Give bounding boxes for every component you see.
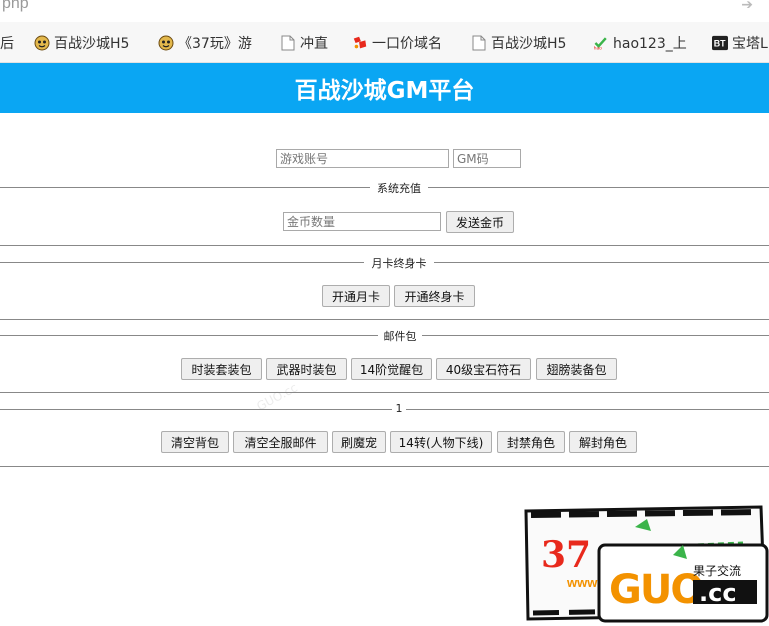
bookmark-item[interactable]: 一口价域名 — [352, 32, 442, 54]
bookmark-item[interactable]: 百战沙城H5 — [34, 32, 129, 54]
svg-text:GUO: GUO — [609, 567, 702, 613]
svg-text:.cc: .cc — [699, 579, 737, 607]
fieldset-border — [428, 187, 769, 188]
go-arrow-icon[interactable]: ➔ — [741, 0, 753, 13]
gem-rune-pack-button[interactable]: 40级宝石符石 — [436, 358, 531, 380]
clear-server-mail-button[interactable]: 清空全服邮件 — [233, 431, 328, 453]
section-divider — [0, 392, 769, 393]
bookmark-item[interactable]: 冲直 — [280, 32, 328, 54]
smiley-icon — [158, 35, 174, 51]
bookmark-label: 冲直 — [300, 36, 328, 52]
bookmark-item[interactable]: 百战沙城H5 — [471, 32, 566, 54]
section-divider — [0, 319, 769, 320]
page-icon — [280, 35, 296, 51]
url-text[interactable]: php — [2, 0, 29, 13]
section-legend-misc: 1 — [395, 402, 403, 415]
bookmark-item[interactable]: 后 — [0, 32, 14, 54]
page-title: 百战沙城GM平台 — [294, 78, 475, 104]
section-legend-recharge: 系统充值 — [377, 182, 421, 195]
fieldset-border — [406, 409, 769, 410]
hao123-icon: hao — [593, 35, 609, 51]
fieldset-border — [0, 187, 370, 188]
open-lifetime-card-button[interactable]: 开通终身卡 — [394, 285, 475, 307]
bookmark-label: 百战沙城H5 — [54, 36, 130, 52]
bookmark-label: 一口价域名 — [372, 36, 442, 52]
section-divider — [0, 466, 769, 467]
watermark-logo: 37 www GUO .cc 果子交流 — [524, 505, 769, 623]
smiley-icon — [34, 35, 50, 51]
fieldset-border — [0, 262, 364, 263]
bookmark-item[interactable]: hao hao123_上 — [593, 32, 687, 54]
page-icon — [471, 35, 487, 51]
send-coin-button[interactable]: 发送金币 — [446, 211, 514, 233]
refresh-pet-button[interactable]: 刷魔宠 — [332, 431, 386, 453]
section-divider — [0, 245, 769, 246]
wing-equipment-pack-button[interactable]: 翅膀装备包 — [536, 358, 617, 380]
svg-text:BT: BT — [714, 39, 726, 49]
address-bar[interactable]: php ➔ — [0, 0, 769, 22]
bookmark-label: 后 — [0, 36, 14, 52]
page-header: 百战沙城GM平台 — [0, 63, 769, 113]
section-legend-card: 月卡终身卡 — [371, 257, 427, 270]
awakening-pack-button[interactable]: 14阶觉醒包 — [351, 358, 432, 380]
account-input[interactable] — [276, 149, 449, 168]
ban-role-button[interactable]: 封禁角色 — [497, 431, 565, 453]
bookmark-item[interactable]: 《37玩》游 — [158, 32, 252, 54]
bookmark-item[interactable]: BT 宝塔L — [712, 32, 768, 54]
bookmark-label: hao123_上 — [613, 36, 687, 52]
fieldset-border — [422, 335, 769, 336]
fieldset-border — [0, 409, 392, 410]
clear-bag-button[interactable]: 清空背包 — [161, 431, 229, 453]
svg-text:37: 37 — [541, 534, 591, 576]
brand-icon — [352, 35, 368, 51]
bookmark-label: 《37玩》游 — [178, 36, 252, 52]
section-legend-mail: 邮件包 — [383, 330, 417, 343]
fieldset-border — [434, 262, 769, 263]
fashion-set-pack-button[interactable]: 时装套装包 — [181, 358, 262, 380]
bookmark-label: 宝塔L — [732, 36, 768, 52]
bookmark-label: 百战沙城H5 — [491, 36, 567, 52]
gm-code-input[interactable] — [453, 149, 521, 168]
weapon-fashion-pack-button[interactable]: 武器时装包 — [266, 358, 347, 380]
bookmarks-bar: 后 百战沙城H5 《37玩》游 冲直 一口价域名 百战沙城H5 hao hao1… — [0, 22, 769, 63]
svg-text:果子交流: 果子交流 — [693, 563, 741, 578]
bt-icon: BT — [712, 35, 728, 51]
rebirth-14-button[interactable]: 14转(人物下线) — [390, 431, 492, 453]
fieldset-border — [0, 335, 378, 336]
coin-amount-input[interactable] — [283, 212, 441, 231]
unban-role-button[interactable]: 解封角色 — [569, 431, 637, 453]
svg-text:hao: hao — [594, 45, 602, 51]
open-monthly-card-button[interactable]: 开通月卡 — [322, 285, 390, 307]
watermark-stamp: 37 www GUO .cc 果子交流 — [523, 505, 769, 623]
svg-text:www: www — [566, 575, 598, 590]
